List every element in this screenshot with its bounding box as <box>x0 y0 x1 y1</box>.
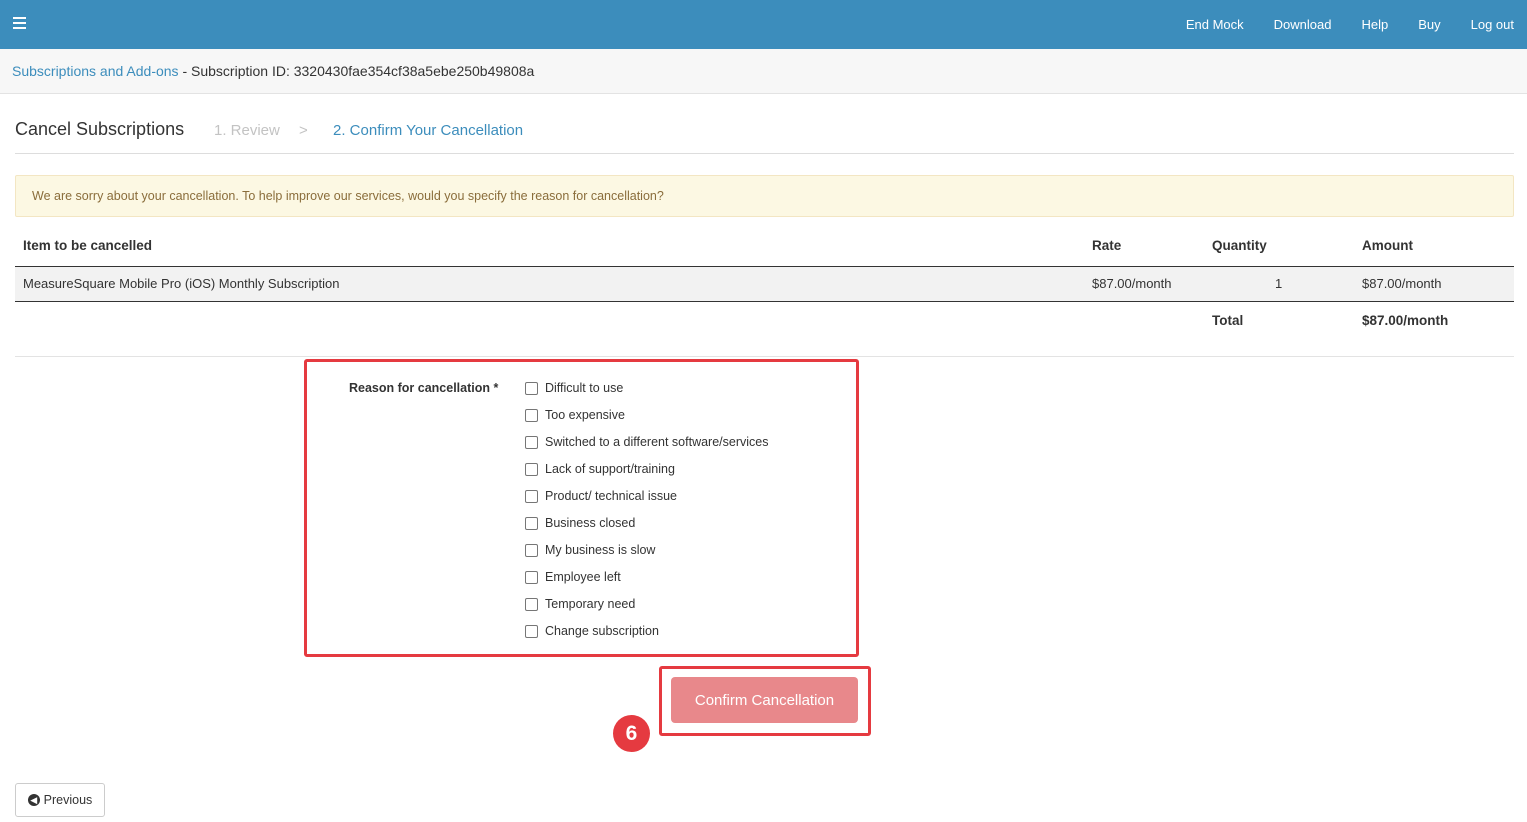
reason-option-label: Business closed <box>545 516 636 530</box>
reason-lack-of-support[interactable]: Lack of support/training <box>525 462 675 476</box>
reason-temporary-need[interactable]: Temporary need <box>525 597 635 611</box>
checkbox[interactable] <box>525 408 538 422</box>
reason-difficult-to-use[interactable]: Difficult to use <box>525 381 623 395</box>
step-confirm-cancellation: 2. Confirm Your Cancellation <box>333 122 524 139</box>
checkbox[interactable] <box>525 624 538 638</box>
cell-quantity: 1 <box>1275 276 1283 291</box>
reason-change-subscription[interactable]: Change subscription <box>525 624 659 638</box>
cell-amount: $87.00/month <box>1362 276 1442 291</box>
previous-button-label: Previous <box>43 793 93 807</box>
top-nav: End Mock Download Help Buy Log out <box>1156 0 1514 49</box>
confirm-cancellation-button[interactable]: Confirm Cancellation <box>671 677 858 723</box>
reason-option-label: Product/ technical issue <box>545 489 678 503</box>
nav-log-out[interactable]: Log out <box>1471 17 1514 32</box>
breadcrumb: Subscriptions and Add-ons - Subscription… <box>12 63 534 79</box>
checkbox[interactable] <box>525 516 538 530</box>
top-navbar: End Mock Download Help Buy Log out <box>0 0 1527 49</box>
reason-option-label: Difficult to use <box>545 381 624 395</box>
nav-download[interactable]: Download <box>1274 17 1332 32</box>
reasons-highlight-box <box>304 359 859 657</box>
reason-option-label: Switched to a different software/service… <box>545 435 769 449</box>
reason-option-label: Too expensive <box>545 408 625 422</box>
alert-text: We are sorry about your cancellation. To… <box>32 189 664 203</box>
table-row-line <box>15 301 1514 302</box>
checkbox[interactable] <box>525 570 538 584</box>
checkbox[interactable] <box>525 597 538 611</box>
reason-option-label: My business is slow <box>545 543 656 557</box>
step-review: 1. Review <box>214 122 280 139</box>
step-number-badge: 6 <box>613 715 650 752</box>
checkbox[interactable] <box>525 462 538 476</box>
reason-option-label: Employee left <box>545 570 621 584</box>
reason-business-closed[interactable]: Business closed <box>525 516 635 530</box>
hamburger-menu-icon[interactable] <box>13 17 26 29</box>
checkbox[interactable] <box>525 543 538 557</box>
total-value: $87.00/month <box>1362 313 1449 328</box>
table-divider <box>15 356 1514 357</box>
column-header-rate: Rate <box>1092 238 1122 253</box>
reason-option-label: Lack of support/training <box>545 462 675 476</box>
breadcrumb-separator: - <box>178 63 192 79</box>
cell-item: MeasureSquare Mobile Pro (iOS) Monthly S… <box>23 276 340 291</box>
reason-label: Reason for cancellation * <box>349 381 499 395</box>
breadcrumb-bar: Subscriptions and Add-ons - Subscription… <box>0 49 1527 94</box>
reason-too-expensive[interactable]: Too expensive <box>525 408 625 422</box>
reason-option-label: Temporary need <box>545 597 636 611</box>
header-divider <box>15 153 1514 154</box>
nav-buy[interactable]: Buy <box>1418 17 1440 32</box>
reason-option-label: Change subscription <box>545 624 659 638</box>
column-header-amount: Amount <box>1362 238 1413 253</box>
cell-rate: $87.00/month <box>1092 276 1172 291</box>
step-separator: > <box>299 122 308 139</box>
previous-button[interactable]: ◀ Previous <box>15 783 105 817</box>
total-label: Total <box>1212 313 1244 328</box>
page-title: Cancel Subscriptions <box>15 119 185 139</box>
nav-end-mock[interactable]: End Mock <box>1186 17 1244 32</box>
reason-switched-software[interactable]: Switched to a different software/service… <box>525 435 769 449</box>
checkbox[interactable] <box>525 435 538 449</box>
breadcrumb-subscriptions-link[interactable]: Subscriptions and Add-ons <box>12 63 179 79</box>
breadcrumb-current: Subscription ID: 3320430fae354cf38a5ebe2… <box>191 63 535 79</box>
checkbox[interactable] <box>525 381 538 395</box>
column-header-quantity: Quantity <box>1212 238 1267 253</box>
column-header-item: Item to be cancelled <box>23 238 153 253</box>
nav-help[interactable]: Help <box>1361 17 1388 32</box>
reason-technical-issue[interactable]: Product/ technical issue <box>525 489 677 503</box>
cancellation-alert: We are sorry about your cancellation. To… <box>15 175 1514 217</box>
reason-business-slow[interactable]: My business is slow <box>525 543 655 557</box>
reason-employee-left[interactable]: Employee left <box>525 570 621 584</box>
circle-arrow-left-icon: ◀ <box>27 794 40 806</box>
checkbox[interactable] <box>525 489 538 503</box>
